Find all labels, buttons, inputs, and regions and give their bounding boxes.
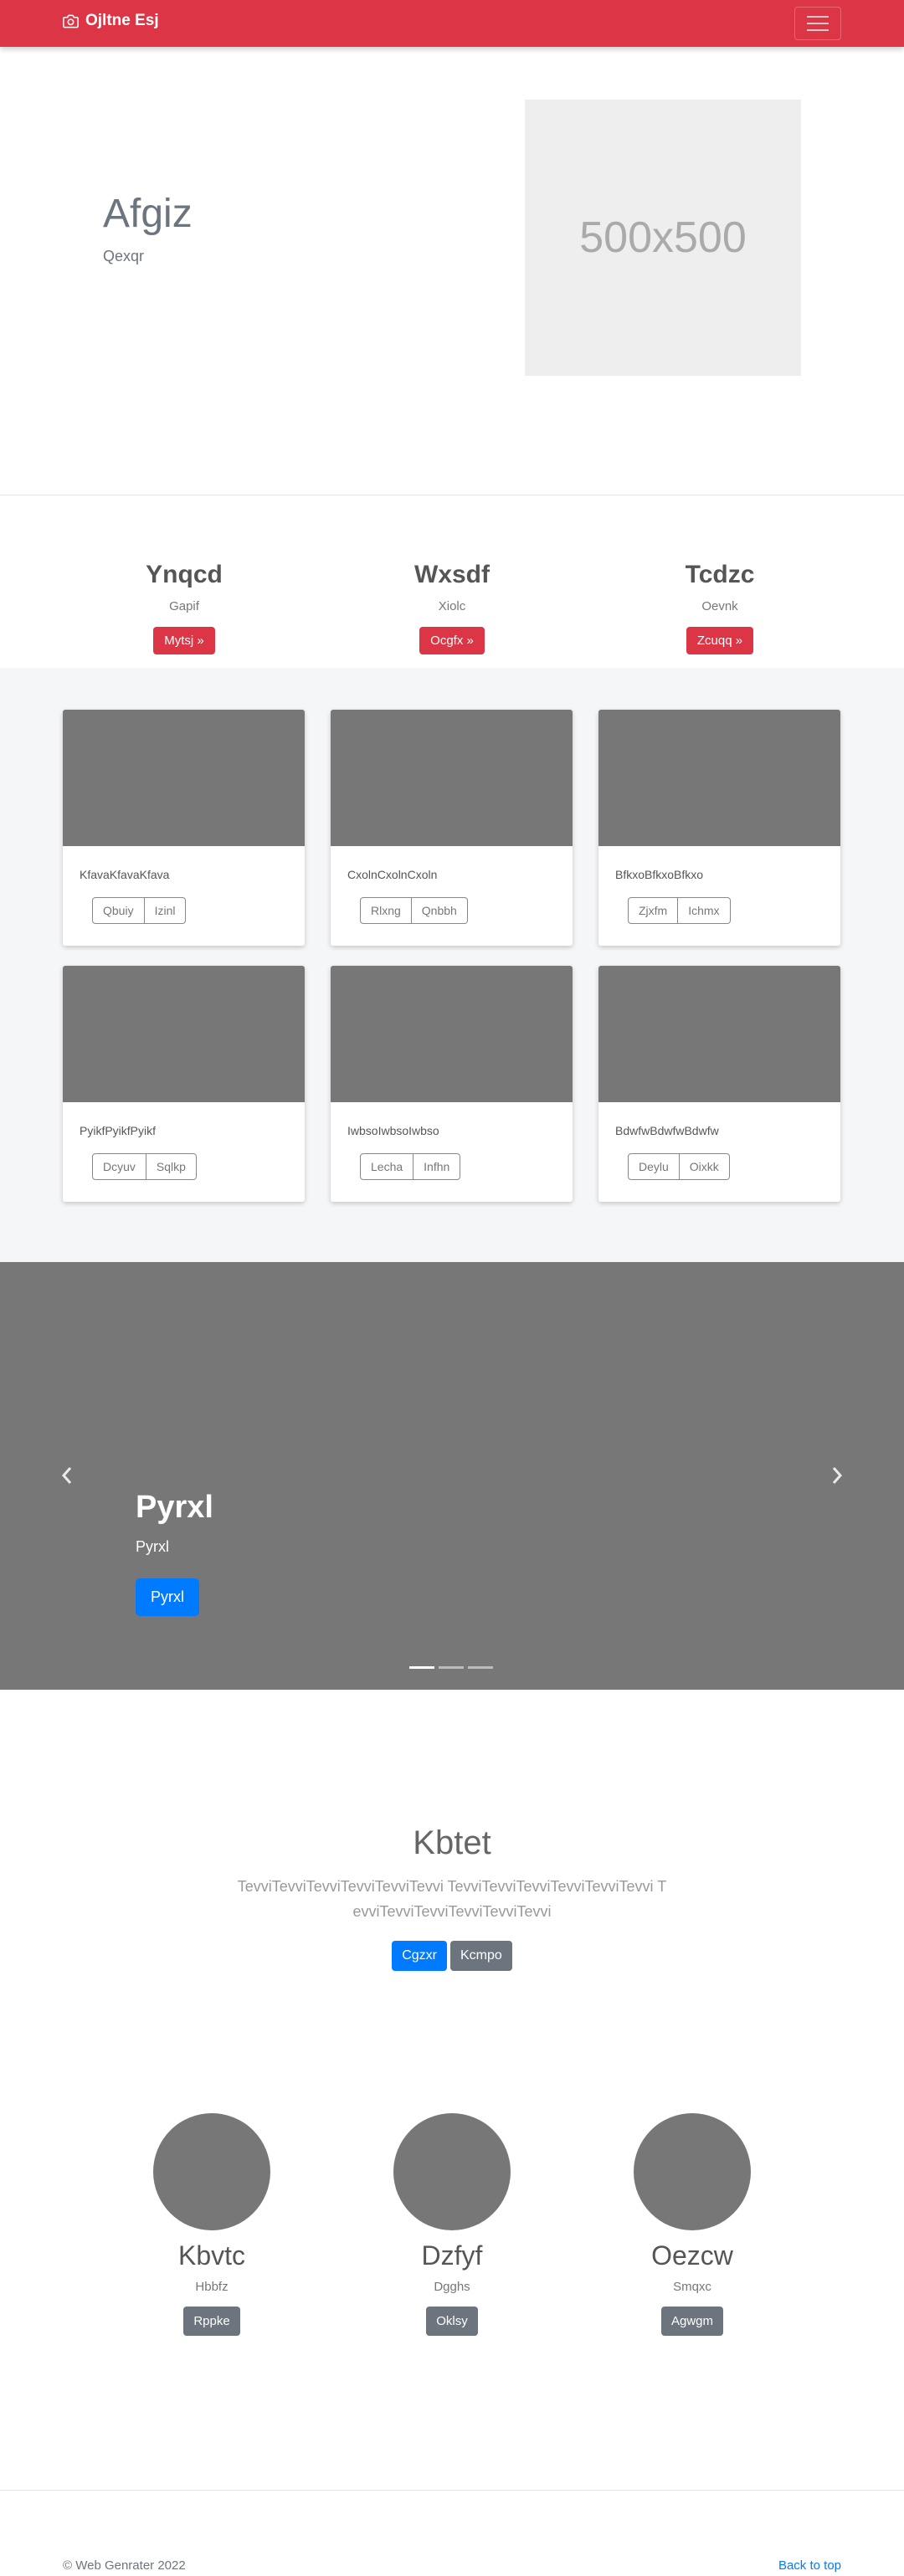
card-thumbnail: [63, 966, 305, 1102]
hero-subtitle: Qexqr: [103, 248, 145, 264]
card-text: IwbsoIwbsoIwbso: [347, 1124, 439, 1137]
jumbotron-title: Kbtet: [413, 1824, 491, 1861]
card-button[interactable]: Izinl: [144, 897, 187, 924]
carousel-prev-button[interactable]: [59, 1463, 75, 1488]
card-button[interactable]: Rlxng: [360, 897, 412, 924]
navbar: Ojltne Esj: [0, 0, 904, 47]
feature-button[interactable]: Mytsj »: [153, 627, 215, 654]
primary-button[interactable]: Cgzxr: [392, 1941, 447, 1971]
card-button[interactable]: Ichmx: [678, 897, 731, 924]
profile-column: Oezcw Smqxc Agwgm: [592, 2113, 793, 2336]
card-button-group: Zjxfm Ichmx: [628, 897, 731, 924]
carousel-indicator[interactable]: [439, 1666, 464, 1669]
carousel: Pyrxl Pyrxl Pyrxl: [0, 1262, 904, 1690]
feature-column: Ynqcd Gapif Mytsj »: [59, 561, 310, 654]
chevron-left-icon: [61, 1467, 72, 1484]
profile-button[interactable]: Rppke: [183, 2307, 240, 2336]
album-card: BdwfwBdwfwBdwfw Deylu Oixkk: [598, 966, 840, 1202]
feature-button[interactable]: Ocgfx »: [419, 627, 485, 654]
profile-name: Oezcw: [651, 2240, 733, 2271]
feature-text: Gapif: [169, 599, 199, 613]
card-button[interactable]: Sqlkp: [146, 1153, 197, 1180]
copyright-text: © Web Genrater 2022: [63, 2558, 186, 2573]
card-text: KfavaKfavaKfava: [80, 868, 170, 881]
feature-column: Wxsdf Xiolc Ocgfx »: [326, 561, 578, 654]
card-button[interactable]: Zjxfm: [628, 897, 679, 924]
card-button[interactable]: Qnbbh: [411, 897, 468, 924]
card-text: PyikfPyikfPyikf: [80, 1124, 157, 1137]
camera-icon: [63, 14, 79, 28]
card-button[interactable]: Oixkk: [679, 1153, 730, 1180]
profile-name: Dzfyf: [421, 2240, 483, 2271]
carousel-indicators: [409, 1666, 493, 1669]
card-thumbnail: [331, 966, 573, 1102]
feature-title: Ynqcd: [146, 561, 223, 588]
avatar: [393, 2113, 511, 2230]
feature-title: Tcdzc: [685, 561, 755, 588]
carousel-indicator[interactable]: [468, 1666, 493, 1669]
card-text: CxolnCxolnCxoln: [347, 868, 438, 881]
chevron-right-icon: [832, 1467, 843, 1484]
album-card: CxolnCxolnCxoln Rlxng Qnbbh: [331, 710, 573, 946]
card-button[interactable]: Deylu: [628, 1153, 680, 1180]
card-thumbnail: [598, 710, 840, 846]
profile-button[interactable]: Oklsy: [426, 2307, 478, 2336]
feature-text: Xiolc: [438, 599, 466, 613]
back-to-top-link[interactable]: Back to top: [778, 2558, 841, 2573]
profile-name: Kbvtc: [177, 2240, 246, 2271]
card-button-group: Qbuiy Izinl: [92, 897, 187, 924]
secondary-button[interactable]: Kcmpo: [449, 1941, 512, 1971]
hamburger-icon: [807, 16, 829, 18]
card-button-group: Lecha Infhn: [360, 1153, 461, 1180]
hero-title: Afgiz: [103, 192, 193, 236]
album-card: KfavaKfavaKfava Qbuiy Izinl: [63, 710, 305, 946]
carousel-next-button[interactable]: [829, 1463, 845, 1488]
card-thumbnail: [331, 710, 573, 846]
jumbotron-text: TevviTevviTevviTevviTevviTevvi TevviTevv…: [237, 1878, 667, 1920]
card-thumbnail: [63, 710, 305, 846]
hero-image-label: 500x500: [579, 213, 747, 262]
card-button-group: Rlxng Qnbbh: [360, 897, 468, 924]
profile-text: Hbbfz: [195, 2280, 229, 2294]
profile-text: Dgghs: [434, 2280, 470, 2294]
carousel-title: Pyrxl: [136, 1490, 213, 1525]
card-button-group: Dcyuv Sqlkp: [92, 1153, 197, 1180]
album-card: BfkxoBfkxoBfkxo Zjxfm Ichmx: [598, 710, 840, 946]
feature-title: Wxsdf: [414, 561, 490, 588]
card-button[interactable]: Infhn: [413, 1153, 461, 1180]
album-card: PyikfPyikfPyikf Dcyuv Sqlkp: [63, 966, 305, 1202]
card-button[interactable]: Qbuiy: [92, 897, 145, 924]
brand-label: Ojltne Esj: [85, 12, 159, 29]
profile-button[interactable]: Agwgm: [660, 2307, 724, 2336]
card-button-group: Deylu Oixkk: [628, 1153, 730, 1180]
divider: [0, 2490, 904, 2491]
card-thumbnail: [598, 966, 840, 1102]
carousel-caption: Pyrxl: [136, 1538, 169, 1555]
profile-column: Dzfyf Dgghs Oklsy: [352, 2113, 552, 2336]
feature-button[interactable]: Zcuqq »: [686, 627, 754, 654]
jumbotron: Kbtet TevviTevviTevviTevviTevviTevvi Tev…: [0, 1824, 904, 1971]
navbar-toggler-button[interactable]: [794, 7, 841, 40]
card-text: BdwfwBdwfwBdwfw: [615, 1124, 719, 1137]
profile-column: Kbvtc Hbbfz Rppke: [111, 2113, 312, 2336]
carousel-button[interactable]: Pyrxl: [136, 1578, 199, 1616]
card-button[interactable]: Dcyuv: [92, 1153, 146, 1180]
carousel-indicator[interactable]: [409, 1666, 434, 1669]
hero-image-placeholder: 500x500: [525, 100, 801, 376]
avatar: [153, 2113, 270, 2230]
jumbotron-buttons: Cgzxr Kcmpo: [0, 1941, 904, 1971]
feature-column: Tcdzc Oevnk Zcuqq »: [594, 561, 845, 654]
profile-text: Smqxc: [673, 2280, 711, 2294]
album-section: KfavaKfavaKfava Qbuiy Izinl CxolnCxolnCx…: [0, 668, 904, 1262]
brand-link[interactable]: Ojltne Esj: [63, 12, 159, 30]
card-text: BfkxoBfkxoBfkxo: [615, 868, 704, 881]
card-button[interactable]: Lecha: [360, 1153, 414, 1180]
album-card: IwbsoIwbsoIwbso Lecha Infhn: [331, 966, 573, 1202]
avatar: [634, 2113, 751, 2230]
feature-text: Oevnk: [701, 599, 738, 613]
